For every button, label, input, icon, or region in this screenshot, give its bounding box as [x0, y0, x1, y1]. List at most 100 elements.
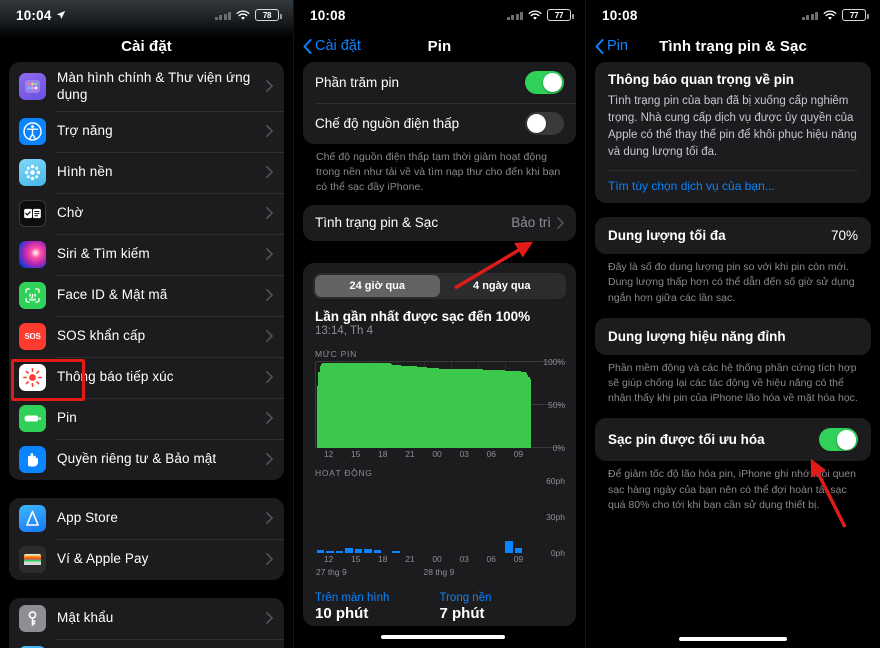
row-battery-health[interactable]: Tình trạng pin & Sạc Bảo trì	[303, 205, 576, 241]
battery-level-chart: MỨC PIN 0% 50% 100% 12 15 18 21 00 03 06 09	[303, 345, 576, 466]
maximum-capacity-note: Đây là số đo dung lượng pin so với khi p…	[608, 261, 855, 304]
row-label: Chế độ nguồn điện thấp	[315, 116, 460, 131]
notice-title: Thông báo quan trọng về pin	[608, 72, 794, 87]
row-label: Dung lượng tối đa	[608, 228, 726, 244]
x-tick-label: 00	[432, 553, 442, 564]
settings-group-3: Mật khẩu Mail	[9, 597, 284, 648]
sidebar-item-exposure-notifications[interactable]: Thông báo tiếp xúc	[9, 356, 284, 398]
x-tick-label: 00	[432, 448, 442, 459]
sidebar-item-wallet-apple-pay[interactable]: Ví & Apple Pay	[9, 538, 284, 580]
sidebar-item-passwords[interactable]: Mật khẩu	[9, 598, 284, 639]
home-indicator	[381, 635, 505, 639]
sidebar-item-face-id[interactable]: Face ID & Mật mã	[9, 274, 284, 316]
usage-caption: Trong nền	[439, 591, 492, 604]
sidebar-item-accessibility[interactable]: Trợ năng	[9, 110, 284, 152]
battery-level-chart-title: MỨC PIN	[315, 348, 357, 359]
sidebar-item-emergency-sos[interactable]: SOS SOS khẩn cấp	[9, 315, 284, 357]
battery-level-plot: 0% 50% 100%	[315, 357, 566, 453]
sidebar-item-label: Chờ	[57, 205, 84, 221]
chevron-right-icon	[266, 80, 273, 93]
row-maximum-capacity: Dung lượng tối đa 70%	[595, 217, 871, 254]
row-optimized-battery-charging[interactable]: Sạc pin được tối ưu hóa	[595, 418, 871, 461]
battery-percentage-toggle[interactable]	[525, 71, 564, 94]
y-tick-label: 30ph	[546, 511, 565, 522]
important-battery-message-card: Thông báo quan trọng về pin Tình trạng p…	[595, 62, 871, 204]
back-button[interactable]: Cài đặt	[303, 38, 361, 54]
date-label: 28 thg 9	[423, 566, 455, 577]
sidebar-item-battery[interactable]: Pin	[9, 397, 284, 439]
faceid-icon	[19, 281, 46, 309]
x-tick-label: 09	[513, 553, 524, 564]
sidebar-item-siri-search[interactable]: Siri & Tìm kiếm	[9, 233, 284, 275]
y-tick-label: 50%	[547, 399, 565, 410]
sidebar-item-app-store[interactable]: App Store	[9, 498, 284, 539]
segment-24-hours[interactable]: 24 giờ qua	[315, 274, 440, 297]
x-tick-label: 15	[350, 553, 361, 564]
low-power-footnote: Chế độ nguồn điện thấp tạm thời giảm hoạ…	[316, 151, 561, 193]
sidebar-item-label: Trợ năng	[57, 123, 113, 139]
settings-group-1: Màn hình chính & Thư viện ứng dụng Trợ n…	[9, 62, 284, 480]
status-time: 10:08	[602, 7, 638, 23]
chevron-right-icon	[266, 207, 273, 220]
battery-status-icon: 78	[255, 9, 282, 21]
cellular-signal-icon	[506, 11, 523, 20]
activity-chart-title: HOẠT ĐỘNG	[315, 467, 373, 478]
chevron-right-icon	[266, 553, 273, 566]
chevron-right-icon	[266, 412, 273, 425]
battery-health-group: Tình trạng pin & Sạc Bảo trì	[303, 204, 576, 241]
cellular-signal-icon	[214, 11, 231, 20]
row-battery-percentage[interactable]: Phần trăm pin	[303, 62, 576, 103]
sidebar-item-label: Quyền riêng tư & Bảo mật	[57, 451, 217, 467]
battery-percent-label: 77	[554, 10, 564, 20]
y-tick-label: 60ph	[546, 475, 565, 486]
back-button-label: Cài đặt	[315, 38, 361, 54]
status-indicators: 77	[506, 9, 574, 21]
three-phone-screenshots: 10:04 78 Cài đặt Màn hình chính & Thư vi…	[0, 0, 880, 648]
segment-4-days[interactable]: 4 ngày qua	[440, 275, 565, 297]
low-power-mode-toggle[interactable]	[525, 112, 564, 135]
siri-icon	[19, 240, 46, 268]
phone-screen-settings: 10:04 78 Cài đặt Màn hình chính & Thư vi…	[0, 0, 293, 648]
x-tick-label: 03	[459, 553, 469, 564]
status-time-group: 10:08	[602, 8, 638, 23]
sidebar-item-wallpaper[interactable]: Hình nền	[9, 151, 284, 193]
time-range-segmented-control[interactable]: 24 giờ qua 4 ngày qua	[313, 272, 566, 299]
battery-scroll[interactable]: Phần trăm pin Chế độ nguồn điện thấp Chế…	[294, 62, 585, 648]
chevron-left-icon	[303, 38, 312, 54]
x-tick-label: 18	[378, 448, 388, 459]
optimized-charging-toggle[interactable]	[819, 428, 858, 452]
toggle-knob	[542, 72, 563, 93]
battery-percent-label: 77	[849, 10, 859, 20]
y-tick-label: 0ph	[550, 547, 565, 558]
sidebar-item-standby[interactable]: Chờ	[9, 192, 284, 234]
x-tick-label: 06	[486, 553, 497, 564]
battery-status-icon: 77	[842, 9, 869, 21]
battery-health-scroll[interactable]: Thông báo quan trọng về pin Tình trạng p…	[586, 62, 880, 648]
row-value-group: Bảo trì	[511, 215, 564, 230]
peak-performance-note: Phần mềm động và các hệ thống phần cứng …	[608, 361, 858, 405]
row-low-power-mode[interactable]: Chế độ nguồn điện thấp	[303, 103, 576, 144]
chart-bar	[529, 378, 531, 448]
status-indicators: 77	[801, 9, 869, 21]
sos-icon: SOS	[19, 322, 46, 350]
settings-group-2: App Store Ví & Apple Pay	[9, 497, 284, 580]
service-options-link[interactable]: Tìm tùy chọn dịch vụ của bạn...	[595, 171, 871, 203]
page-title: Cài đặt	[121, 37, 172, 55]
privacy-icon	[19, 445, 46, 473]
x-tick-label: 12	[323, 553, 334, 564]
sidebar-item-privacy-security[interactable]: Quyền riêng tư & Bảo mật	[9, 438, 284, 480]
accessibility-icon	[19, 117, 46, 145]
wallpaper-icon	[19, 158, 46, 186]
sidebar-item-mail[interactable]: Mail	[9, 638, 284, 648]
wifi-icon	[823, 9, 837, 20]
sidebar-item-home-screen[interactable]: Màn hình chính & Thư viện ứng dụng	[9, 62, 284, 111]
settings-list-scroll[interactable]: Màn hình chính & Thư viện ứng dụng Trợ n…	[0, 62, 293, 648]
activity-bars	[316, 481, 533, 553]
battery-toggles-group: Phần trăm pin Chế độ nguồn điện thấp	[303, 62, 576, 144]
page-title: Pin	[427, 37, 452, 55]
phone-screen-battery: 10:08 77 Cài đặt Pin Phần trăm pin Chế đ…	[293, 0, 586, 648]
sidebar-item-label: Thông báo tiếp xúc	[57, 369, 174, 385]
optimized-charging-note: Để giảm tốc độ lão hóa pin, iPhone ghi n…	[608, 468, 856, 511]
chevron-right-icon	[557, 216, 564, 229]
back-button[interactable]: Pin	[595, 38, 628, 54]
